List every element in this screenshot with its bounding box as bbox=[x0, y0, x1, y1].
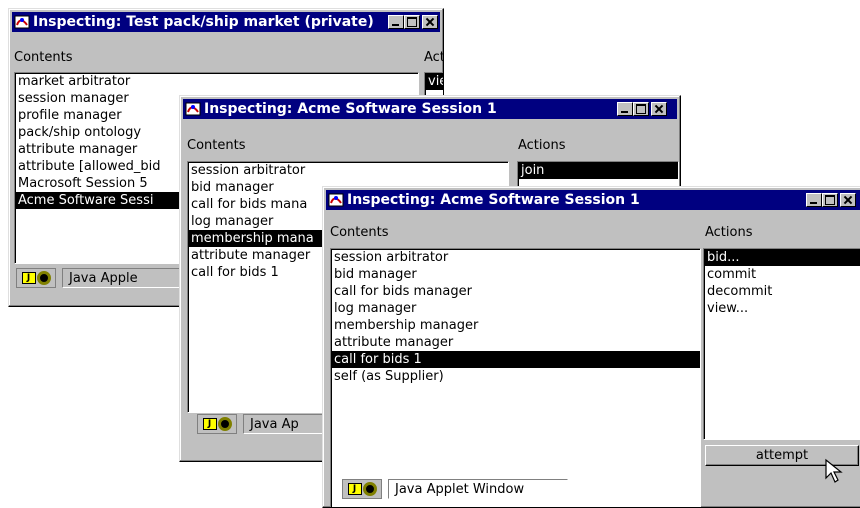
list-item[interactable]: attribute manager bbox=[331, 334, 700, 351]
contents-label: Contents bbox=[187, 138, 246, 153]
list-item[interactable]: session arbitrator bbox=[188, 162, 508, 179]
minimize-icon[interactable] bbox=[806, 193, 822, 207]
maximize-icon[interactable] bbox=[822, 193, 838, 207]
actions-label: Actions bbox=[705, 225, 753, 240]
status-bar: J Java Apple bbox=[16, 268, 182, 288]
contents-list[interactable]: session arbitrator bid manager call for bi… bbox=[330, 248, 701, 507]
list-item[interactable]: decommit bbox=[704, 283, 860, 300]
maximize-icon[interactable] bbox=[404, 15, 420, 29]
java-applet-icon: J bbox=[342, 479, 382, 499]
app-icon bbox=[185, 102, 201, 116]
list-item[interactable]: session arbitrator bbox=[331, 249, 700, 266]
list-item[interactable]: call for bids 1 bbox=[331, 351, 700, 368]
title-bar[interactable]: Inspecting: Acme Software Session 1 bbox=[183, 99, 677, 119]
actions-label: Actions bbox=[424, 50, 444, 65]
list-item[interactable]: view... bbox=[704, 300, 860, 317]
attempt-button-label: attempt bbox=[755, 448, 809, 463]
app-icon bbox=[14, 15, 30, 29]
contents-label: Contents bbox=[14, 50, 73, 65]
close-icon[interactable] bbox=[651, 102, 667, 116]
window-title: Inspecting: Test pack/ship market (priva… bbox=[33, 14, 374, 30]
list-item[interactable]: join bbox=[518, 162, 678, 179]
close-icon[interactable] bbox=[840, 193, 856, 207]
title-bar[interactable]: Inspecting: Acme Software Session 1 bbox=[326, 190, 860, 210]
window-title: Inspecting: Acme Software Session 1 bbox=[347, 192, 640, 208]
list-item[interactable]: membership manager bbox=[331, 317, 700, 334]
arrow-cursor-icon bbox=[825, 458, 843, 483]
app-icon bbox=[328, 193, 344, 207]
window-acme-session-front[interactable]: Inspecting: Acme Software Session 1 Cont… bbox=[322, 186, 860, 508]
java-applet-icon: J bbox=[16, 268, 56, 288]
list-item[interactable]: commit bbox=[704, 266, 860, 283]
status-text: Java Applet Window bbox=[388, 479, 568, 499]
list-item[interactable]: bid... bbox=[704, 249, 860, 266]
status-bar: J Java Applet Window bbox=[342, 479, 568, 499]
close-icon[interactable] bbox=[422, 15, 438, 29]
window-title: Inspecting: Acme Software Session 1 bbox=[204, 101, 497, 117]
list-item[interactable]: self (as Supplier) bbox=[331, 368, 700, 385]
status-text: Java Apple bbox=[62, 268, 182, 288]
minimize-icon[interactable] bbox=[388, 15, 404, 29]
java-applet-icon: J bbox=[197, 414, 237, 434]
list-item[interactable]: market arbitrator bbox=[15, 73, 418, 90]
actions-list[interactable]: bid... commit decommit view... bbox=[703, 248, 860, 440]
list-item[interactable]: log manager bbox=[331, 300, 700, 317]
minimize-icon[interactable] bbox=[617, 102, 633, 116]
contents-label: Contents bbox=[330, 225, 389, 240]
list-item[interactable]: view... bbox=[425, 73, 443, 90]
list-item[interactable]: call for bids manager bbox=[331, 283, 700, 300]
actions-label: Actions bbox=[518, 138, 566, 153]
list-item[interactable]: bid manager bbox=[331, 266, 700, 283]
maximize-icon[interactable] bbox=[633, 102, 649, 116]
title-bar[interactable]: Inspecting: Test pack/ship market (priva… bbox=[12, 12, 440, 32]
